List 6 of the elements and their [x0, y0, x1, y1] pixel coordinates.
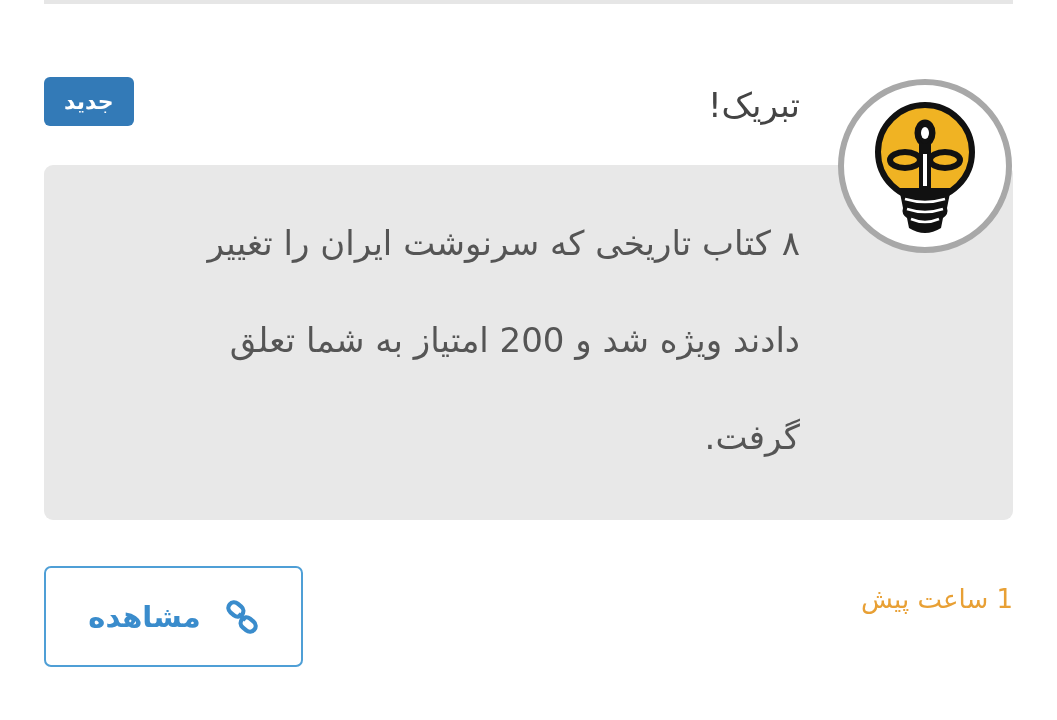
notification-title: تبریک! [708, 84, 800, 127]
view-button[interactable]: مشاهده [44, 566, 303, 667]
timestamp: 1 ساعت پیش [860, 584, 1013, 614]
notification-message: ۸ کتاب تاریخی که سرنوشت ایران را تغییر دادند ویژه شد و 200 امتیاز به شما تعلق گرفت. [205, 222, 800, 459]
new-badge: جدید [44, 77, 134, 126]
link-icon [224, 599, 259, 634]
